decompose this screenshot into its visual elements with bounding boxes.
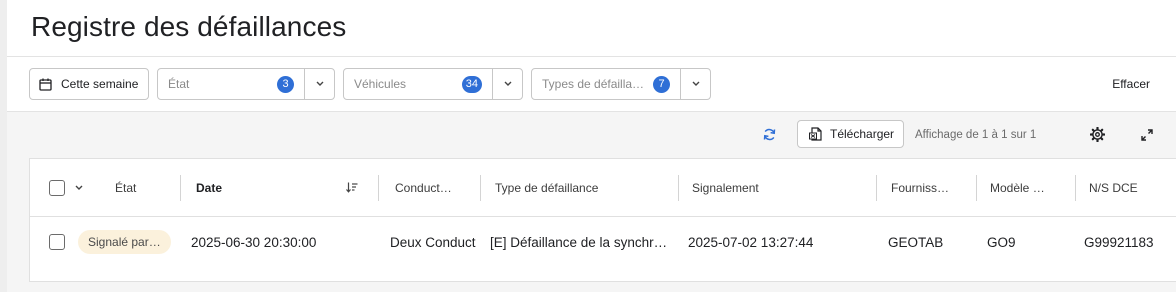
row-status-cell: Signalé par… xyxy=(78,217,178,267)
sort-descending-icon[interactable] xyxy=(346,159,362,216)
date-range-button[interactable]: Cette semaine xyxy=(29,68,149,100)
left-rail xyxy=(0,0,7,292)
calendar-icon xyxy=(39,78,52,91)
row-supplier: GEOTAB xyxy=(888,234,944,250)
table-toolbar: Télécharger Affichage de 1 à 1 sur 1 xyxy=(7,112,1176,158)
fault-types-filter[interactable]: Types de défailla… 7 xyxy=(531,68,711,100)
select-all-cell xyxy=(49,159,69,216)
chevron-down-icon xyxy=(692,81,699,86)
fault-types-dropdown-toggle[interactable] xyxy=(680,69,710,99)
row-reported: 2025-07-02 13:27:44 xyxy=(688,234,814,250)
table-row[interactable]: Signalé par… 2025-06-30 20:30:00 Deux Co… xyxy=(30,217,1176,267)
row-fault-type: [E] Défaillance de la synchr… xyxy=(490,234,668,250)
date-range-label: Cette semaine xyxy=(61,77,139,91)
row-model: GO9 xyxy=(987,234,1016,250)
refresh-icon[interactable] xyxy=(763,128,776,146)
column-divider[interactable] xyxy=(480,175,481,201)
chevron-down-icon xyxy=(75,185,83,190)
vehicles-count-badge: 34 xyxy=(461,75,482,93)
state-filter-placeholder: État xyxy=(168,77,190,91)
state-count-badge: 3 xyxy=(277,75,294,93)
column-header-fault-type[interactable]: Type de défaillance xyxy=(495,159,665,216)
column-divider[interactable] xyxy=(976,175,977,201)
chevron-down-icon xyxy=(316,81,323,86)
expand-icon[interactable] xyxy=(1141,128,1153,146)
column-divider[interactable] xyxy=(678,175,679,201)
column-header-serial[interactable]: N/S DCE xyxy=(1089,159,1169,216)
table-header-row: État Date Conduct… Type de défaillance S… xyxy=(30,159,1176,217)
fault-types-filter-placeholder: Types de défailla… xyxy=(542,77,645,91)
row-checkbox[interactable] xyxy=(49,234,65,250)
state-dropdown-toggle[interactable] xyxy=(304,69,334,99)
column-divider[interactable] xyxy=(1075,175,1076,201)
chevron-down-icon xyxy=(504,81,511,86)
column-header-reported[interactable]: Signalement xyxy=(692,159,842,216)
column-divider[interactable] xyxy=(378,175,379,201)
select-all-checkbox[interactable] xyxy=(49,179,65,196)
excel-file-icon xyxy=(809,127,822,141)
state-filter[interactable]: État 3 xyxy=(157,68,335,100)
download-label: Télécharger xyxy=(830,127,895,141)
column-header-state[interactable]: État xyxy=(115,159,175,216)
faults-table: État Date Conduct… Type de défaillance S… xyxy=(29,158,1176,282)
column-header-model[interactable]: Modèle … xyxy=(990,159,1060,216)
vehicles-dropdown-toggle[interactable] xyxy=(492,69,522,99)
select-menu-toggle[interactable] xyxy=(75,159,91,216)
column-header-driver[interactable]: Conduct… xyxy=(395,159,475,216)
status-badge: Signalé par… xyxy=(78,230,171,254)
vehicles-filter[interactable]: Véhicules 34 xyxy=(343,68,523,100)
download-button[interactable]: Télécharger xyxy=(797,120,904,148)
column-divider[interactable] xyxy=(876,175,877,201)
paging-info: Affichage de 1 à 1 sur 1 xyxy=(915,129,1037,141)
row-serial: G99921183 xyxy=(1084,234,1154,250)
row-date: 2025-06-30 20:30:00 xyxy=(191,234,317,250)
column-header-supplier[interactable]: Fourniss… xyxy=(891,159,961,216)
vehicles-filter-placeholder: Véhicules xyxy=(354,77,407,91)
page-title: Registre des défaillances xyxy=(31,11,347,42)
grid-container: État Date Conduct… Type de défaillance S… xyxy=(7,158,1176,292)
row-select-cell xyxy=(49,217,69,267)
fault-types-count-badge: 7 xyxy=(653,75,670,93)
filter-bar: Cette semaine État 3 Véhicules 34 Types … xyxy=(7,56,1176,112)
clear-filters-button[interactable]: Effacer xyxy=(1112,77,1150,91)
column-divider[interactable] xyxy=(180,175,181,201)
row-driver: Deux Conduct xyxy=(390,234,476,250)
gear-icon[interactable] xyxy=(1089,126,1106,147)
column-header-date[interactable]: Date xyxy=(196,159,256,216)
